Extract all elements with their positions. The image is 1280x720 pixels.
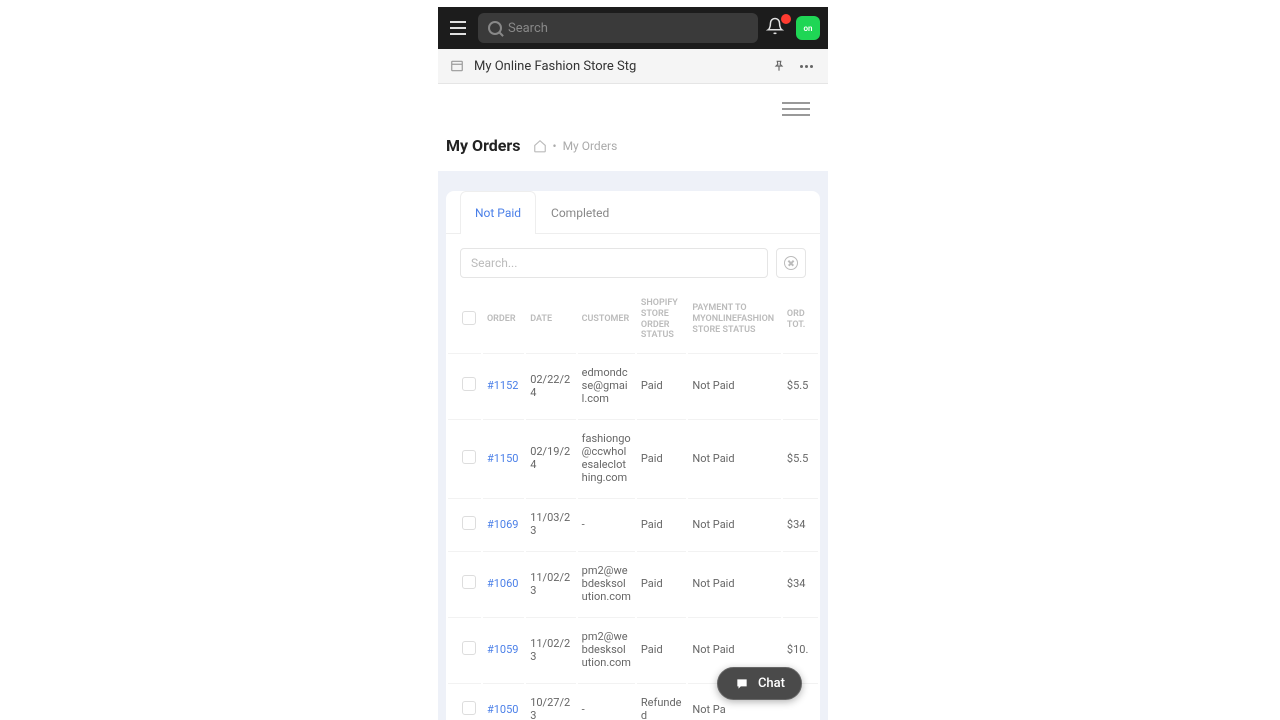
cell-total: $34: [783, 551, 818, 615]
row-checkbox[interactable]: [462, 575, 476, 589]
pin-icon[interactable]: [772, 59, 786, 73]
chat-widget[interactable]: Chat: [717, 667, 802, 700]
clear-search-button[interactable]: [776, 248, 806, 278]
cell-payment-status: Not Paid: [688, 353, 781, 417]
cell-date: 02/22/24: [526, 353, 575, 417]
row-checkbox[interactable]: [462, 516, 476, 530]
page-header: My Orders • My Orders: [438, 126, 828, 171]
notifications-button[interactable]: [766, 17, 788, 39]
tab-completed[interactable]: Completed: [536, 191, 624, 234]
cell-date: 10/27/23: [526, 683, 575, 720]
orders-table: ORDER DATE CUSTOMER SHOPIFY STORE ORDER …: [446, 286, 820, 720]
col-payment-status[interactable]: PAYMENT TO MYONLINEFASHION STORE STATUS: [688, 288, 781, 351]
col-shopify-status[interactable]: SHOPIFY STORE ORDER STATUS: [637, 288, 686, 351]
cell-total: $5.5: [783, 353, 818, 417]
cell-shopify-status: Paid: [637, 551, 686, 615]
cell-total: $34: [783, 498, 818, 549]
home-icon[interactable]: [533, 139, 547, 153]
cell-shopify-status: Paid: [637, 498, 686, 549]
col-order-total[interactable]: ORD TOT.: [783, 288, 818, 351]
breadcrumb: • My Orders: [533, 139, 618, 153]
table-row: #1069 11/03/23-PaidNot Paid$34: [448, 498, 818, 549]
col-customer[interactable]: CUSTOMER: [578, 288, 635, 351]
page-menu-button[interactable]: [782, 98, 810, 120]
orders-card: Not Paid Completed ORDER DATE: [446, 191, 820, 720]
order-link[interactable]: #1150: [487, 452, 519, 465]
cell-customer: edmondcse@gmail.com: [578, 353, 635, 417]
table-row: #1060 11/02/23pm2@webdesksolution.comPaid…: [448, 551, 818, 615]
tabs: Not Paid Completed: [446, 191, 820, 234]
cell-customer: pm2@webdesksolution.com: [578, 551, 635, 615]
cell-date: 11/02/23: [526, 617, 575, 681]
order-link[interactable]: #1152: [487, 379, 519, 392]
store-title-bar: My Online Fashion Store Stg: [438, 49, 828, 84]
top-bar: on: [438, 7, 828, 49]
order-link[interactable]: #1060: [487, 577, 519, 590]
col-date[interactable]: DATE: [526, 288, 575, 351]
cell-customer: pm2@webdesksolution.com: [578, 617, 635, 681]
avatar[interactable]: on: [796, 16, 820, 40]
menu-toggle-button[interactable]: [446, 16, 470, 40]
select-all-checkbox[interactable]: [462, 311, 476, 325]
cell-shopify-status: Paid: [637, 617, 686, 681]
store-icon: [450, 59, 464, 73]
cell-shopify-status: Refunded: [637, 683, 686, 720]
cell-customer: -: [578, 498, 635, 549]
cell-shopify-status: Paid: [637, 419, 686, 496]
cell-payment-status: Not Paid: [688, 419, 781, 496]
table-search-input[interactable]: [460, 248, 768, 278]
cell-customer: -: [578, 683, 635, 720]
chat-icon: [734, 677, 750, 691]
cell-date: 11/03/23: [526, 498, 575, 549]
cell-payment-status: Not Paid: [688, 498, 781, 549]
row-checkbox[interactable]: [462, 450, 476, 464]
cell-customer: fashiongo@ccwholesaleclothing.com: [578, 419, 635, 496]
main-scroll-area[interactable]: My Orders • My Orders Not Paid Completed: [438, 84, 828, 720]
page-title: My Orders: [446, 136, 521, 155]
order-link[interactable]: #1069: [487, 518, 519, 531]
table-row: #1152 02/22/24edmondcse@gmail.comPaidNot …: [448, 353, 818, 417]
order-link[interactable]: #1050: [487, 703, 519, 716]
col-order[interactable]: ORDER: [483, 288, 524, 351]
cell-shopify-status: Paid: [637, 353, 686, 417]
global-search[interactable]: [478, 13, 758, 43]
cell-date: 02/19/24: [526, 419, 575, 496]
row-checkbox[interactable]: [462, 641, 476, 655]
breadcrumb-separator: •: [553, 139, 557, 153]
breadcrumb-current: My Orders: [563, 139, 618, 153]
cell-total: $5.5: [783, 419, 818, 496]
store-name: My Online Fashion Store Stg: [474, 59, 762, 74]
row-checkbox[interactable]: [462, 701, 476, 715]
search-input[interactable]: [508, 21, 748, 36]
notification-badge: [781, 14, 791, 24]
table-row: #1150 02/19/24fashiongo@ccwholesaleclothi…: [448, 419, 818, 496]
order-link[interactable]: #1059: [487, 643, 519, 656]
search-icon: [488, 21, 502, 35]
cell-payment-status: Not Paid: [688, 551, 781, 615]
tab-not-paid[interactable]: Not Paid: [460, 191, 536, 234]
chat-label: Chat: [758, 676, 785, 691]
more-options-button[interactable]: [796, 56, 816, 76]
close-icon: [784, 256, 798, 270]
cell-date: 11/02/23: [526, 551, 575, 615]
row-checkbox[interactable]: [462, 377, 476, 391]
